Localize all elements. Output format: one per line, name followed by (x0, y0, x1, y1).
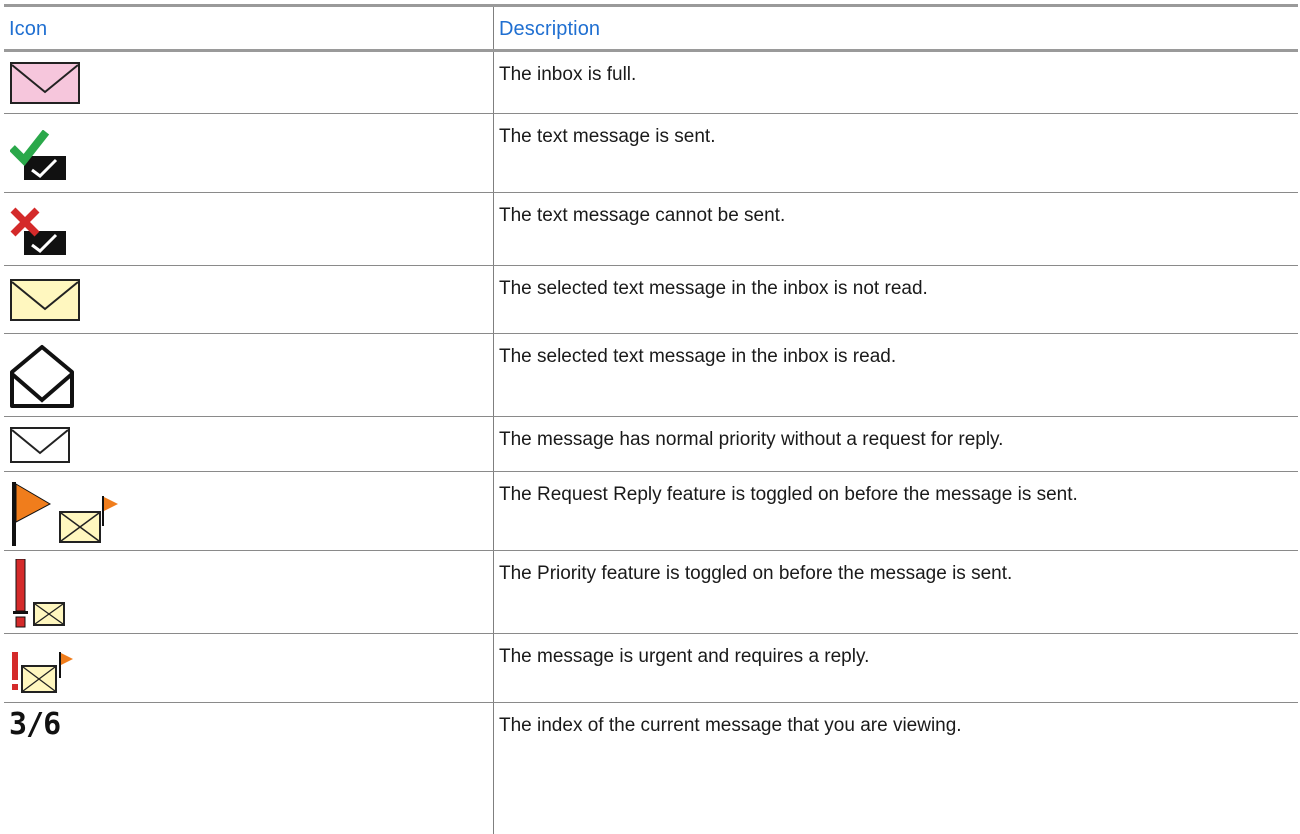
message-failed-icon (10, 207, 66, 255)
table-row: The text message is sent. (4, 114, 1298, 193)
table-row: The message has normal priority without … (4, 417, 1298, 472)
message-index-text: 3/6 (9, 707, 61, 742)
table-row: The selected text message in the inbox i… (4, 334, 1298, 417)
row-description: The text message cannot be sent. (499, 205, 786, 226)
table-row: The Priority feature is toggled on befor… (4, 551, 1298, 634)
unread-message-icon (10, 279, 80, 321)
row-description: The selected text message in the inbox i… (499, 346, 897, 367)
table-row: The inbox is full. (4, 52, 1298, 114)
request-reply-icon (12, 482, 118, 546)
header-cell-icon: Icon (4, 7, 494, 52)
urgent-reply-icon (12, 652, 73, 693)
row-description: The inbox is full. (499, 64, 637, 85)
header-cell-description: Description (494, 7, 1298, 52)
row-description: The text message is sent. (499, 126, 716, 147)
column-header-icon: Icon (9, 18, 48, 40)
inbox-full-icon (10, 62, 80, 104)
table-row: 3/6 The index of the current message tha… (4, 703, 1298, 834)
row-description: The message is urgent and requires a rep… (499, 646, 870, 667)
message-sent-icon (10, 130, 66, 180)
row-description: The message has normal priority without … (499, 429, 1004, 450)
message-icons-table: Icon Description The inbox is full. The … (4, 4, 1298, 834)
table-row: The text message cannot be sent. (4, 193, 1298, 266)
row-description: The Request Reply feature is toggled on … (499, 484, 1078, 505)
icon-reference-page: Icon Description The inbox is full. The … (0, 0, 1300, 834)
table-row: The Request Reply feature is toggled on … (4, 472, 1298, 551)
row-description: The index of the current message that yo… (499, 715, 962, 736)
table-header-row: Icon Description (4, 7, 1298, 52)
priority-icon (13, 559, 65, 628)
read-message-icon (10, 345, 74, 408)
row-description: The Priority feature is toggled on befor… (499, 563, 1013, 584)
row-description: The selected text message in the inbox i… (499, 278, 928, 299)
table-row: The selected text message in the inbox i… (4, 266, 1298, 334)
normal-priority-icon (10, 427, 70, 463)
table-row: The message is urgent and requires a rep… (4, 634, 1298, 703)
column-header-description: Description (499, 18, 601, 40)
